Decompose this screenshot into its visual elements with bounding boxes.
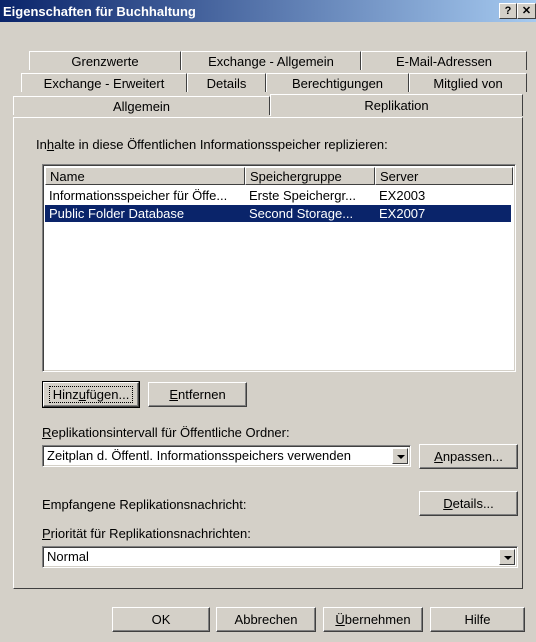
tab-exchange-erweitert[interactable]: Exchange - Erweitert	[21, 73, 187, 92]
row-server: EX2007	[379, 206, 426, 221]
priority-label: Priorität für Replikationsnachrichten:	[42, 526, 251, 541]
customize-button[interactable]: Anpassen...	[419, 444, 518, 469]
cancel-button[interactable]: Abbrechen	[216, 607, 316, 632]
list-header: Name Speichergruppe Server	[45, 167, 513, 185]
interval-value: Zeitplan d. Öffentl. Informationsspeiche…	[47, 448, 351, 463]
chevron-down-icon[interactable]	[499, 549, 515, 565]
column-header-storage-group[interactable]: Speichergruppe	[245, 167, 375, 185]
properties-dialog: Eigenschaften für Buchhaltung ? ✕ Grenzw…	[0, 0, 536, 642]
priority-dropdown[interactable]: Normal	[42, 546, 518, 568]
title-bar[interactable]: Eigenschaften für Buchhaltung ? ✕	[0, 0, 536, 22]
help-title-button[interactable]: ?	[499, 3, 517, 19]
list-row-selected[interactable]: Public Folder Database Second Storage...…	[45, 205, 511, 222]
priority-value: Normal	[47, 549, 89, 564]
row-name: Informationsspeicher für Öffe...	[49, 188, 228, 203]
received-message-label: Empfangene Replikationsnachricht:	[42, 497, 247, 512]
row-storage-group: Erste Speichergr...	[249, 188, 356, 203]
replicate-content-label: Inhalte in diese Öffentlichen Informatio…	[36, 137, 388, 152]
tab-berechtigungen[interactable]: Berechtigungen	[266, 73, 409, 92]
replication-store-list[interactable]: Name Speichergruppe Server Informationss…	[42, 164, 516, 372]
tab-mitglied-von[interactable]: Mitglied von	[409, 73, 527, 92]
window-title: Eigenschaften für Buchhaltung	[3, 4, 196, 19]
help-button[interactable]: Hilfe	[430, 607, 525, 632]
apply-button[interactable]: Übernehmen	[323, 607, 423, 632]
replication-panel: Inhalte in diese Öffentlichen Informatio…	[13, 117, 523, 589]
chevron-down-icon[interactable]	[392, 448, 408, 464]
interval-label: Replikationsintervall für Öffentliche Or…	[42, 425, 290, 440]
interval-dropdown[interactable]: Zeitplan d. Öffentl. Informationsspeiche…	[42, 445, 411, 467]
remove-button[interactable]: Entfernen	[148, 382, 247, 407]
details-button[interactable]: Details...	[419, 491, 518, 516]
tab-replikation[interactable]: Replikation	[270, 94, 523, 116]
tab-allgemein[interactable]: Allgemein	[13, 96, 270, 115]
row-name: Public Folder Database	[49, 206, 185, 221]
list-row[interactable]: Informationsspeicher für Öffe... Erste S…	[45, 187, 511, 204]
ok-button[interactable]: OK	[112, 607, 210, 632]
row-server: EX2003	[379, 188, 426, 203]
tab-grenzwerte[interactable]: Grenzwerte	[29, 51, 181, 70]
close-icon[interactable]: ✕	[517, 3, 536, 19]
row-storage-group: Second Storage...	[249, 206, 354, 221]
column-header-name[interactable]: Name	[45, 167, 245, 185]
tab-email-adressen[interactable]: E-Mail-Adressen	[361, 51, 527, 70]
tab-exchange-allgemein[interactable]: Exchange - Allgemein	[181, 51, 361, 70]
tab-details[interactable]: Details	[187, 73, 266, 92]
add-button[interactable]: Hinzufügen...	[42, 381, 140, 408]
column-header-server[interactable]: Server	[375, 167, 513, 185]
